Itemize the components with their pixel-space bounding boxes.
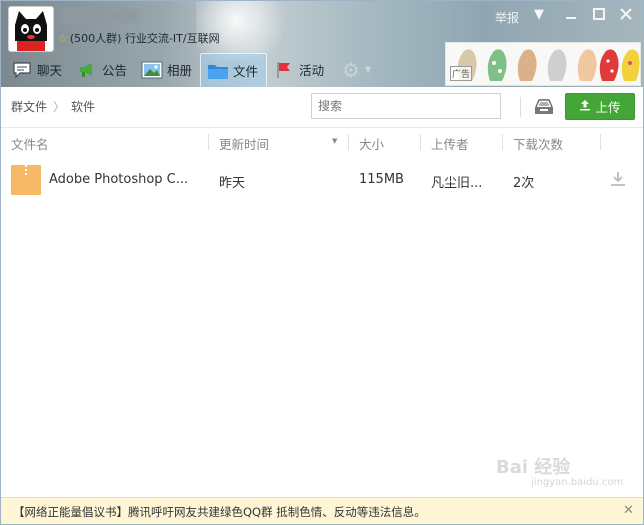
tab-announcement-label: 公告	[102, 63, 128, 78]
group-info: ☆ (500人群) 行业交流-IT/互联网	[58, 30, 220, 46]
column-divider	[502, 134, 503, 150]
group-info-text: (500人群) 行业交流-IT/互联网	[69, 32, 220, 45]
group-header: ☆ (500人群) 行业交流-IT/互联网 举报 ▼ 聊天 公告 相册 文件 活…	[1, 1, 643, 87]
tab-activity-label: 活动	[299, 63, 325, 78]
file-name[interactable]: Adobe Photoshop C...	[49, 172, 188, 187]
column-divider	[348, 134, 349, 150]
photo-icon	[141, 61, 163, 79]
group-tabs: 聊天 公告 相册 文件 活动	[5, 53, 332, 87]
file-table-header: 文件名 更新时间 ▼ 大小 上传者 下载次数	[1, 128, 643, 156]
group-name-blurred	[59, 8, 139, 24]
file-size: 115MB	[359, 172, 404, 187]
breadcrumb-root[interactable]: 群文件	[11, 100, 47, 114]
tab-chat-label: 聊天	[37, 63, 63, 78]
notice-text[interactable]: 【网络正能量倡议书】腾讯呼吁网友共建绿色QQ群 抵制色情、反动等违法信息。	[13, 504, 426, 520]
baidu-watermark: Bai 经验	[496, 457, 571, 478]
file-tray-icon[interactable]	[533, 97, 555, 117]
ad-banner[interactable]: 广告	[445, 42, 641, 86]
dropdown-arrow-icon[interactable]: ▼	[531, 7, 547, 23]
upload-label: 上传	[595, 100, 621, 115]
column-header-updated[interactable]: 更新时间	[219, 134, 269, 153]
breadcrumb-current: 软件	[71, 100, 96, 114]
star-icon: ☆	[58, 32, 68, 45]
flag-icon	[273, 61, 295, 79]
group-avatar[interactable]	[8, 6, 54, 52]
column-header-uploader[interactable]: 上传者	[431, 134, 469, 153]
tab-files-label: 文件	[233, 64, 259, 79]
megaphone-icon	[76, 61, 98, 79]
folder-icon	[207, 62, 229, 80]
close-icon[interactable]	[618, 7, 634, 23]
column-divider	[420, 134, 421, 150]
toolbar-divider	[520, 97, 521, 117]
upload-button[interactable]: 上传	[565, 93, 635, 120]
column-header-downloads[interactable]: 下载次数	[513, 134, 563, 153]
tab-activity[interactable]: 活动	[267, 53, 332, 86]
breadcrumb: 群文件〉软件	[11, 98, 95, 115]
column-divider	[208, 134, 209, 150]
chevron-down-icon[interactable]: ▼	[365, 65, 371, 74]
column-header-name[interactable]: 文件名	[11, 134, 49, 153]
file-updated: 昨天	[219, 176, 246, 191]
file-downloads: 2次	[513, 176, 535, 191]
download-icon[interactable]	[609, 170, 627, 188]
close-notice-icon[interactable]: ✕	[623, 503, 634, 518]
minimize-icon[interactable]	[563, 7, 579, 23]
table-row[interactable]: Adobe Photoshop C... 昨天 115MB 凡尘旧... 2次	[1, 161, 643, 199]
tab-chat[interactable]: 聊天	[5, 53, 70, 86]
search-input[interactable]	[311, 93, 501, 119]
files-toolbar: 群文件〉软件 上传	[1, 87, 643, 128]
column-divider	[600, 134, 601, 150]
column-header-size[interactable]: 大小	[359, 134, 384, 153]
file-uploader[interactable]: 凡尘旧...	[431, 172, 482, 191]
sort-desc-icon[interactable]: ▼	[332, 137, 337, 145]
tab-album[interactable]: 相册	[135, 53, 200, 86]
chat-bubble-icon	[11, 61, 33, 79]
chevron-right-icon: 〉	[53, 100, 66, 114]
report-link[interactable]: 举报	[495, 9, 519, 26]
upload-icon	[579, 99, 591, 115]
qq-group-window: ☆ (500人群) 行业交流-IT/互联网 举报 ▼ 聊天 公告 相册 文件 活…	[0, 0, 644, 525]
maximize-icon[interactable]	[591, 7, 607, 23]
zip-file-icon	[11, 165, 41, 195]
settings-gear-icon[interactable]: ⚙	[340, 59, 362, 81]
notice-bar: 【网络正能量倡议书】腾讯呼吁网友共建绿色QQ群 抵制色情、反动等违法信息。 ✕	[1, 497, 643, 524]
tab-announcement[interactable]: 公告	[70, 53, 135, 86]
ad-label: 广告	[450, 66, 473, 81]
tab-files[interactable]: 文件	[200, 53, 268, 87]
baidu-watermark-url: jingyan.baidu.com	[531, 477, 624, 488]
tab-album-label: 相册	[167, 63, 193, 78]
